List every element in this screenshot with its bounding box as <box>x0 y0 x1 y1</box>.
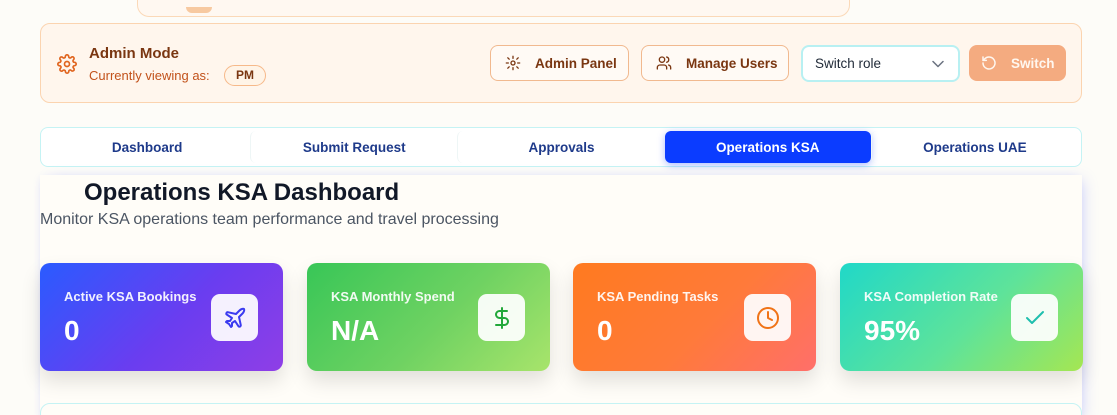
admin-mode-banner: Admin Mode Currently viewing as: PM Admi… <box>40 23 1082 103</box>
page-title: Operations KSA Dashboard <box>84 179 400 206</box>
users-icon <box>656 56 672 70</box>
manage-users-button[interactable]: Manage Users <box>641 45 789 81</box>
switch-role-select[interactable]: Switch role <box>801 45 960 82</box>
switch-button[interactable]: Switch <box>969 45 1066 81</box>
refresh-icon <box>982 56 996 70</box>
dollar-icon <box>494 306 509 329</box>
stat-card-pending-tasks: KSA Pending Tasks 0 <box>573 263 816 371</box>
stat-value: 0 <box>597 315 613 346</box>
switch-role-value: Switch role <box>815 56 882 71</box>
tab-operations-uae[interactable]: Operations UAE <box>870 131 1078 163</box>
stat-card-monthly-spend: KSA Monthly Spend N/A <box>307 263 550 371</box>
stat-value: N/A <box>331 315 380 346</box>
top-banner-remnant <box>137 0 850 17</box>
main-tabs: Dashboard Submit Request Approvals Opera… <box>40 127 1082 167</box>
stat-card-active-bookings: Active KSA Bookings 0 <box>40 263 283 371</box>
stat-value: 95% <box>864 315 921 346</box>
admin-panel-button[interactable]: Admin Panel <box>490 45 629 81</box>
gear-icon <box>57 54 77 74</box>
stat-label: KSA Pending Tasks <box>597 289 719 304</box>
switch-label: Switch <box>1011 55 1055 71</box>
stat-icon-box <box>478 294 525 341</box>
chevron-down-icon <box>932 60 944 68</box>
stat-value: 0 <box>64 315 80 346</box>
tab-approvals[interactable]: Approvals <box>457 131 664 163</box>
admin-mode-title: Admin Mode <box>89 45 179 62</box>
admin-panel-label: Admin Panel <box>535 55 617 71</box>
stat-icon-box <box>1011 294 1058 341</box>
current-role-badge: PM <box>224 65 266 86</box>
stat-label: Active KSA Bookings <box>64 289 197 304</box>
tab-submit-request[interactable]: Submit Request <box>250 131 457 163</box>
stat-card-completion-rate: KSA Completion Rate 95% <box>840 263 1083 371</box>
viewing-as-label: Currently viewing as: <box>89 68 210 83</box>
top-banner-nub <box>186 7 212 13</box>
stat-icon-box <box>744 294 791 341</box>
manage-users-label: Manage Users <box>686 55 778 71</box>
dashboard-panel: Operations KSA Dashboard Monitor KSA ope… <box>40 175 1083 415</box>
stat-label: KSA Completion Rate <box>864 289 998 304</box>
clock-icon <box>756 306 779 329</box>
stat-label: KSA Monthly Spend <box>331 289 455 304</box>
page-subtitle: Monitor KSA operations team performance … <box>40 211 499 228</box>
tab-operations-ksa[interactable]: Operations KSA <box>664 131 871 163</box>
tab-dashboard[interactable]: Dashboard <box>44 131 250 163</box>
stat-icon-box <box>211 294 258 341</box>
plane-icon <box>224 307 245 328</box>
check-icon <box>1025 310 1044 324</box>
settings-icon <box>505 55 521 71</box>
next-section-edge <box>40 403 1082 415</box>
